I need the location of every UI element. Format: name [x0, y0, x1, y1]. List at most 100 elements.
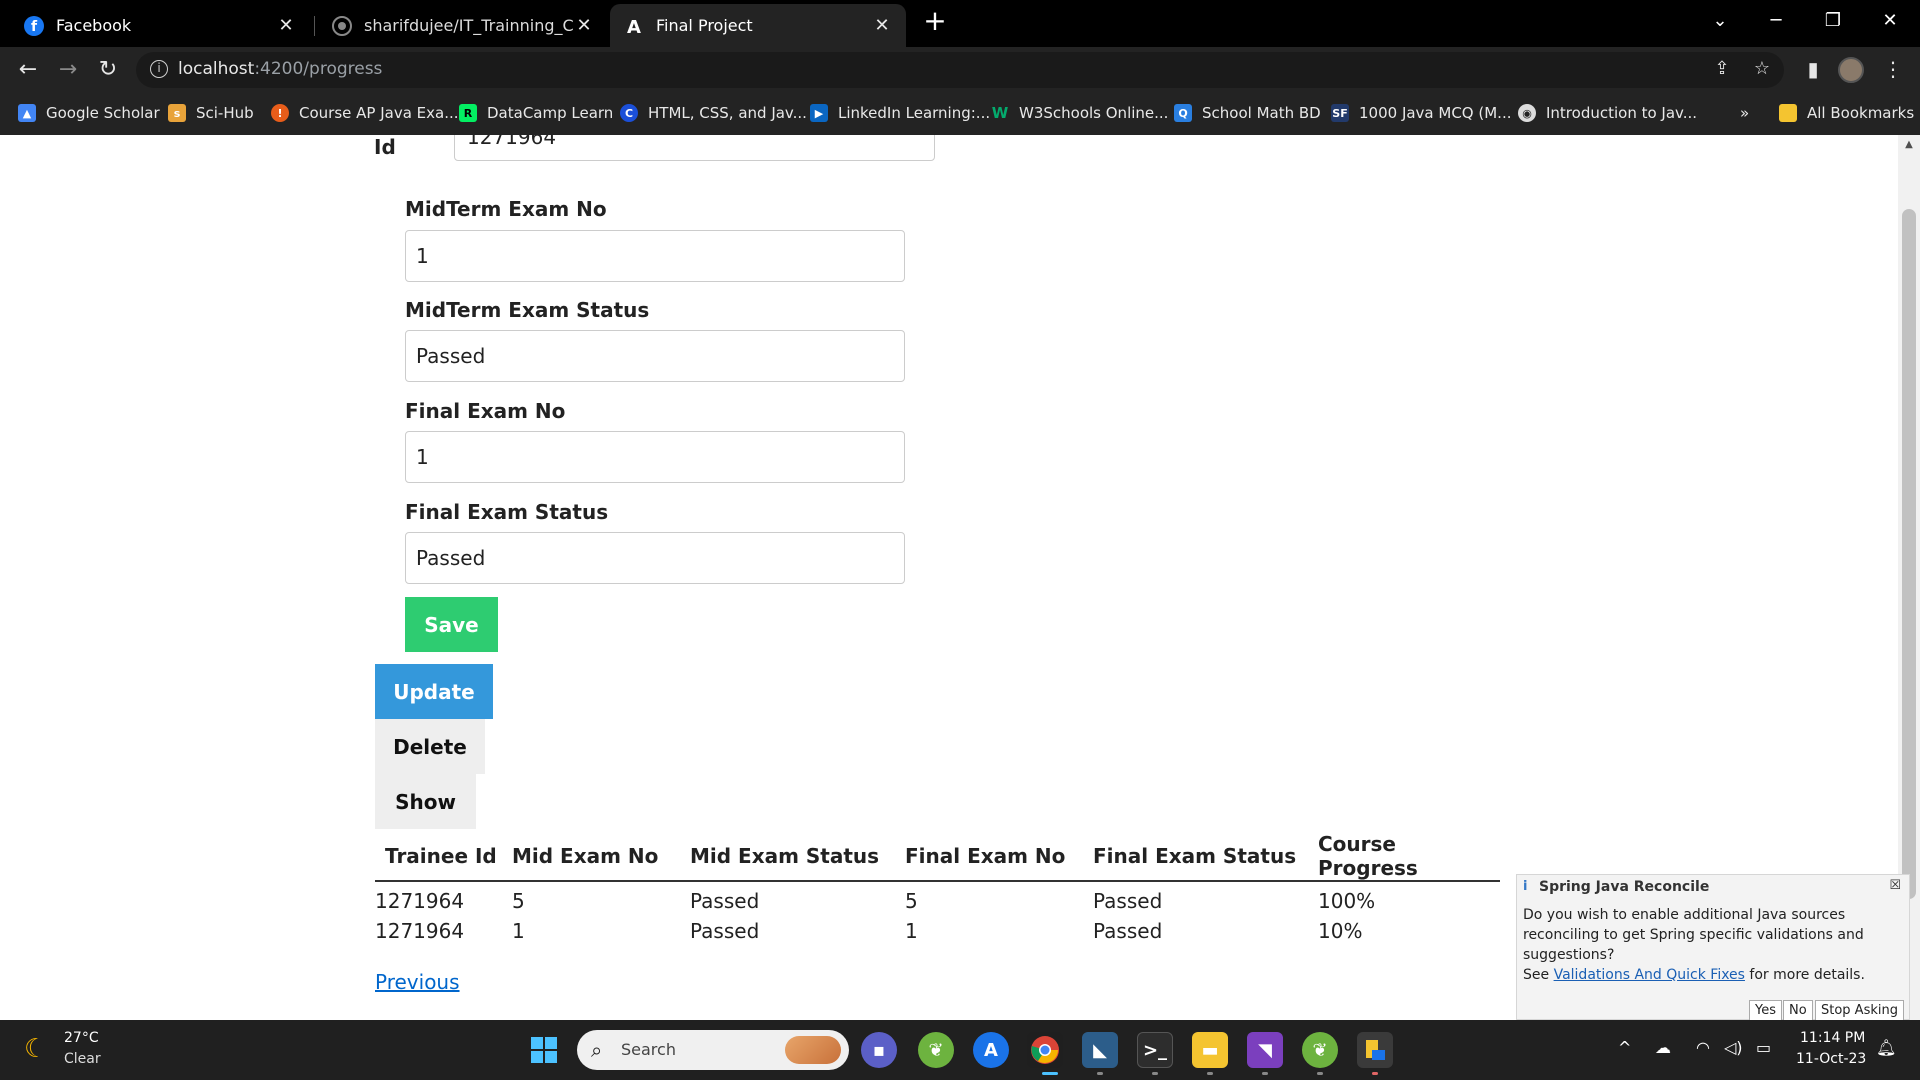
star-icon[interactable]: ☆ [1750, 58, 1774, 82]
midterm-no-input[interactable]: 1 [405, 230, 905, 282]
site-info-icon[interactable]: i [150, 60, 168, 78]
teams-chat-icon[interactable]: ▪ [861, 1032, 897, 1068]
close-icon[interactable]: ☒ [1889, 878, 1901, 893]
back-arrow-icon[interactable]: ← [14, 55, 42, 83]
datacamp-icon: R [459, 104, 477, 122]
w3schools-icon: W [991, 104, 1009, 122]
clock-date[interactable]: 11-Oct-23 [1796, 1051, 1866, 1067]
show-button[interactable]: Show [375, 774, 476, 829]
delete-button[interactable]: Delete [375, 719, 485, 774]
scroll-thumb[interactable] [1902, 209, 1916, 899]
share-icon[interactable]: ⇪ [1710, 58, 1734, 82]
coursera-icon: C [620, 104, 638, 122]
bookmark-course-ap-java[interactable]: ! Course AP Java Exa... [271, 102, 459, 124]
new-tab-button[interactable]: + [920, 7, 950, 37]
forward-arrow-icon[interactable]: → [54, 55, 82, 83]
bookmark-sci-hub[interactable]: s Sci-Hub [168, 102, 254, 124]
validations-link[interactable]: Validations And Quick Fixes [1554, 967, 1745, 983]
column-header: Final Exam Status [1093, 832, 1318, 882]
table-row: 1271964 1 Passed 1 Passed 10% [375, 914, 1500, 947]
final-no-input[interactable]: 1 [405, 431, 905, 483]
midterm-status-input[interactable]: Passed [405, 330, 905, 382]
midterm-status-label: MidTerm Exam Status [405, 298, 650, 322]
app-store-icon[interactable]: A [973, 1032, 1009, 1068]
app-indicator [1317, 1072, 1323, 1075]
bookmark-datacamp[interactable]: R DataCamp Learn [459, 102, 613, 124]
save-button[interactable]: Save [405, 597, 498, 652]
battery-icon[interactable]: ▭ [1756, 1038, 1771, 1057]
table-cell: Passed [1093, 918, 1163, 943]
tab-facebook[interactable]: f Facebook ✕ [10, 4, 310, 47]
close-icon[interactable]: ✕ [276, 15, 296, 36]
minimize-button[interactable]: ─ [1748, 0, 1804, 40]
address-bar[interactable]: i localhost:4200/progress ⇪ ☆ [136, 52, 1784, 88]
taskbar-search[interactable]: ⌕ Search [577, 1030, 849, 1070]
bookmark-html-css[interactable]: C HTML, CSS, and Jav... [620, 102, 807, 124]
weather-description[interactable]: Clear [64, 1051, 101, 1067]
url-text: localhost:4200/progress [178, 59, 383, 79]
update-button[interactable]: Update [375, 664, 493, 719]
bookmark-java-mcq[interactable]: SF 1000 Java MCQ (M... [1331, 102, 1511, 124]
tab-final-project[interactable]: A Final Project ✕ [610, 4, 906, 47]
tab-title: sharifdujee/IT_Trainning_Center [364, 16, 574, 35]
onedrive-icon[interactable]: ☁ [1655, 1038, 1671, 1057]
final-status-input[interactable]: Passed [405, 532, 905, 584]
active-app-indicator [1042, 1072, 1058, 1075]
moon-icon[interactable]: ☾ [24, 1034, 54, 1064]
no-button[interactable]: No [1783, 1000, 1813, 1022]
bookmark-linkedin-learning[interactable]: ▶ LinkedIn Learning:... [810, 102, 990, 124]
volume-icon[interactable]: ◁) [1724, 1038, 1743, 1057]
bookmark-intro-java[interactable]: ◉ Introduction to Jav... [1518, 102, 1697, 124]
svg-text:A: A [627, 17, 641, 36]
app-indicator [1372, 1072, 1378, 1075]
terminal-icon[interactable]: >_ [1137, 1032, 1173, 1068]
progress-table: Trainee Id Mid Exam No Mid Exam Status F… [375, 832, 1500, 947]
avatar[interactable] [1838, 57, 1864, 83]
side-panel-icon[interactable]: ▮ [1800, 57, 1826, 83]
bookmarks-bar: ▲ Google Scholar s Sci-Hub ! Course AP Java… [0, 91, 1920, 135]
close-window-button[interactable]: ✕ [1862, 0, 1918, 40]
bookmark-school-math[interactable]: Q School Math BD [1174, 102, 1321, 124]
file-explorer-icon[interactable]: ▬ [1192, 1032, 1228, 1068]
scholar-icon: ▲ [18, 104, 36, 122]
bookmark-w3schools[interactable]: W W3Schools Online... [991, 102, 1169, 124]
school-math-icon: Q [1174, 104, 1192, 122]
chevron-up-icon[interactable]: ^ [1618, 1038, 1631, 1057]
tab-search-icon[interactable]: ⌄ [1692, 0, 1748, 40]
table-cell: 1271964 [375, 889, 465, 913]
search-placeholder: Search [621, 1040, 676, 1059]
weather-temperature[interactable]: 27°C [64, 1030, 99, 1046]
reload-icon[interactable]: ↻ [94, 55, 122, 83]
visual-studio-icon[interactable]: ◥ [1247, 1032, 1283, 1068]
tab-separator [314, 16, 315, 36]
menu-dots-icon[interactable]: ⋮ [1880, 57, 1906, 83]
windows-start-icon[interactable] [526, 1032, 562, 1068]
spring-tools-icon[interactable]: ❦ [918, 1032, 954, 1068]
bookmarks-overflow-button[interactable]: » [1740, 102, 1749, 124]
search-icon: ⌕ [591, 1038, 603, 1062]
stop-asking-button[interactable]: Stop Asking [1815, 1000, 1904, 1022]
tab-github[interactable]: sharifdujee/IT_Trainning_Center ✕ [318, 4, 608, 47]
column-header: Trainee Id [375, 832, 512, 882]
close-icon[interactable]: ✕ [574, 15, 594, 36]
browser-titlebar: f Facebook ✕ sharifdujee/IT_Trainning_Ce… [0, 0, 1920, 47]
clock-time[interactable]: 11:14 PM [1800, 1030, 1865, 1046]
notification-bell-icon[interactable]: 🔔︎ [1876, 1038, 1896, 1057]
mysql-workbench-icon[interactable]: ◣ [1082, 1032, 1118, 1068]
yes-button[interactable]: Yes [1749, 1000, 1782, 1022]
scroll-up-arrow-icon[interactable]: ▲ [1903, 139, 1915, 151]
search-highlight-art [785, 1036, 841, 1064]
table-cell: Passed [690, 918, 760, 943]
bookmark-all-bookmarks[interactable]: All Bookmarks [1779, 102, 1914, 124]
restore-button[interactable]: ❐ [1805, 0, 1861, 40]
previous-link[interactable]: Previous [375, 970, 460, 994]
chrome-icon[interactable] [1027, 1032, 1063, 1068]
bookmark-google-scholar[interactable]: ▲ Google Scholar [18, 102, 160, 124]
spring-boot-icon[interactable]: ❦ [1302, 1032, 1338, 1068]
close-icon[interactable]: ✕ [872, 15, 892, 36]
folder-icon [1779, 104, 1797, 122]
notification-body: Do you wish to enable additional Java so… [1523, 907, 1864, 963]
id-input[interactable]: 1271964 [454, 135, 935, 161]
wifi-icon[interactable]: ◠ [1696, 1038, 1710, 1057]
app-icon[interactable] [1357, 1032, 1393, 1068]
